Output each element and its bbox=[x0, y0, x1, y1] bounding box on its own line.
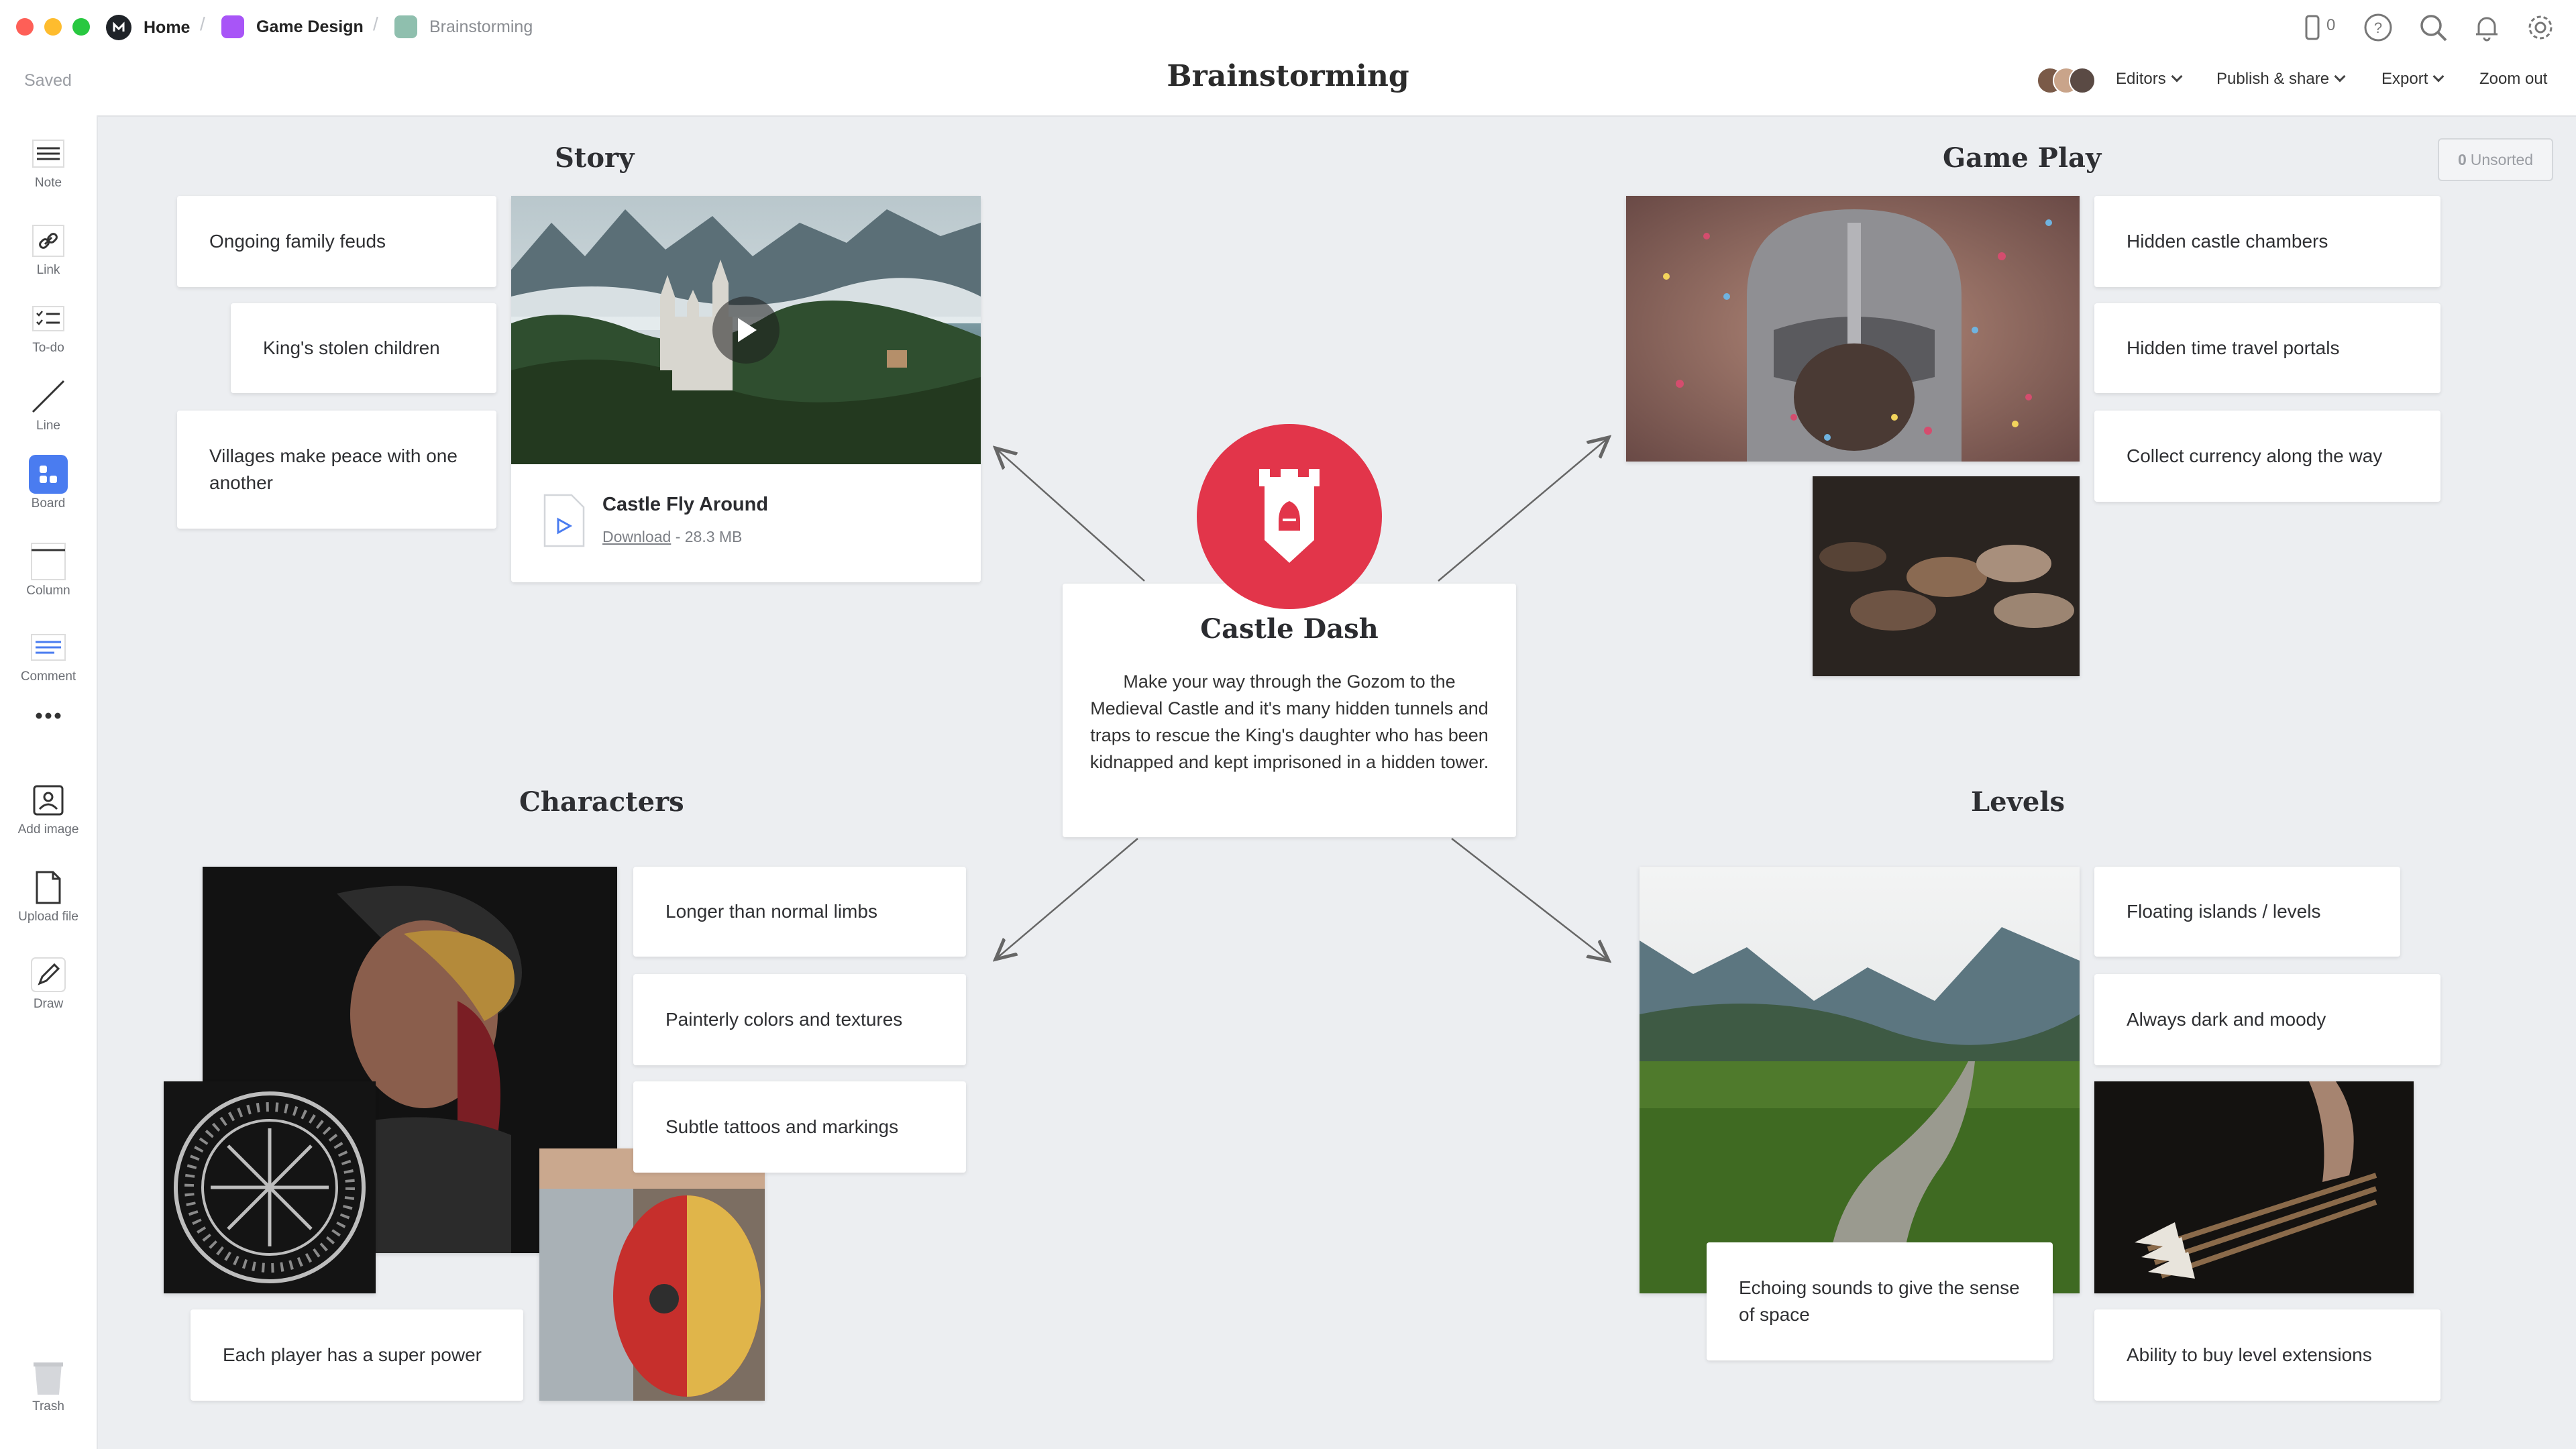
mountain-path-image[interactable] bbox=[1640, 867, 2080, 1293]
note-card[interactable]: Ongoing family feuds bbox=[177, 196, 496, 287]
characters-heading: Characters bbox=[519, 786, 684, 818]
download-link[interactable]: Download bbox=[602, 528, 671, 545]
story-heading: Story bbox=[555, 142, 635, 174]
video-file-icon bbox=[542, 494, 585, 547]
rune-circle-image[interactable] bbox=[164, 1081, 376, 1293]
warrior-helmet-image[interactable] bbox=[1626, 196, 2080, 462]
play-icon[interactable] bbox=[712, 297, 780, 364]
shield-image[interactable] bbox=[539, 1148, 765, 1401]
note-card[interactable]: Echoing sounds to give the sense of spac… bbox=[1707, 1242, 2053, 1360]
note-card[interactable]: Subtle tattoos and markings bbox=[633, 1081, 966, 1173]
note-card[interactable]: Ability to buy level extensions bbox=[2094, 1309, 2440, 1401]
note-card[interactable]: Hidden time travel portals bbox=[2094, 303, 2440, 393]
video-title: Castle Fly Around bbox=[602, 494, 769, 515]
arrows-hand-image[interactable] bbox=[2094, 1081, 2414, 1293]
note-card[interactable]: Painterly colors and textures bbox=[633, 974, 966, 1065]
note-card[interactable]: Hidden castle chambers bbox=[2094, 196, 2440, 287]
note-card[interactable]: Collect currency along the way bbox=[2094, 411, 2440, 502]
castle-dash-card[interactable]: Castle Dash Make your way through the Go… bbox=[1063, 584, 1516, 837]
gameplay-heading: Game Play bbox=[1943, 142, 2102, 174]
levels-heading: Levels bbox=[1971, 786, 2065, 818]
card-description: Make your way through the Gozom to the M… bbox=[1089, 672, 1489, 772]
note-card[interactable]: Always dark and moody bbox=[2094, 974, 2440, 1065]
card-title: Castle Dash bbox=[1200, 613, 1379, 645]
note-card[interactable]: Floating islands / levels bbox=[2094, 867, 2400, 957]
castle-icon bbox=[1197, 424, 1382, 609]
file-size: - 28.3 MB bbox=[675, 528, 743, 545]
video-card[interactable]: Castle Fly Around Download - 28.3 MB bbox=[511, 196, 981, 582]
note-card[interactable]: Longer than normal limbs bbox=[633, 867, 966, 957]
note-card[interactable]: Each player has a super power bbox=[191, 1309, 523, 1401]
coins-image[interactable] bbox=[1813, 476, 2080, 676]
note-card[interactable]: King's stolen children bbox=[231, 303, 496, 393]
video-thumbnail[interactable] bbox=[511, 196, 981, 464]
note-card[interactable]: Villages make peace with one another bbox=[177, 411, 496, 529]
